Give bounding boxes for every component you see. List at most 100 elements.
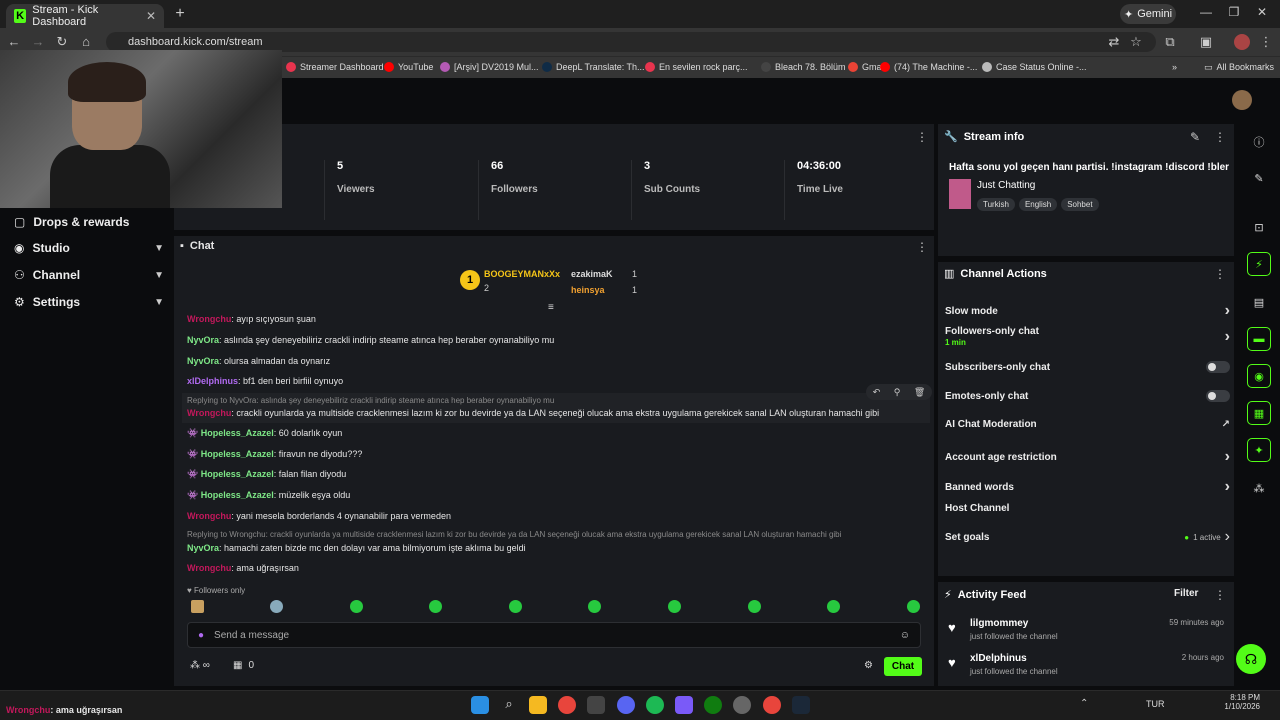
emote-icon[interactable] (668, 600, 681, 613)
chat-message[interactable]: xlDelphinus: bf1 den beri birfiil oynuyo (187, 376, 343, 386)
stats-menu-icon[interactable]: ⋮ (916, 130, 928, 144)
menu-icon[interactable]: ⋮ (1258, 34, 1274, 50)
leader-second-name[interactable]: ezakimaK (571, 269, 613, 279)
store-icon[interactable] (587, 696, 605, 714)
pin-scroll-icon[interactable]: ≡ (548, 302, 554, 313)
group-rail-icon[interactable]: ⁂ (1247, 476, 1271, 500)
goals-status[interactable]: ● 1 active › (1184, 528, 1230, 546)
delete-icon[interactable]: 🗑 (914, 387, 925, 398)
sub-gifts[interactable]: ▦ 0 (233, 660, 254, 671)
chat-username[interactable]: Hopeless_Azazel (201, 490, 274, 500)
file-explorer-icon[interactable] (529, 696, 547, 714)
chat-message[interactable]: NyvOra: hamachi zaten bizde mc den dolay… (187, 543, 526, 553)
chat-username[interactable]: Wrongchu (187, 314, 231, 324)
sidepanel-icon[interactable]: ▣ (1198, 34, 1214, 50)
channel-action-item[interactable]: Set goals ● 1 active › (945, 528, 1230, 546)
forward-button[interactable]: → (30, 34, 46, 50)
chat-username[interactable]: Wrongchu (187, 511, 231, 521)
tray-chevron-icon[interactable]: ⌃ (1080, 698, 1088, 709)
toggle-switch[interactable] (1206, 390, 1230, 402)
bookmark-item[interactable]: Bleach 78. Bölüm (761, 59, 846, 75)
windows-start-icon[interactable] (471, 696, 489, 714)
chevron-right-icon[interactable]: › (1225, 328, 1230, 346)
chat-username[interactable]: NyvOra (187, 356, 219, 366)
chat-username[interactable]: Hopeless_Azazel (201, 428, 274, 438)
close-window-button[interactable]: ✕ (1252, 5, 1272, 23)
broadcast-rail-icon[interactable]: ◉ (1247, 364, 1271, 388)
external-link-icon[interactable]: ↗ (1222, 419, 1230, 430)
chat-rail-icon[interactable]: ▬ (1247, 327, 1271, 351)
chat-username[interactable]: Wrongchu (187, 563, 231, 573)
close-tab-icon[interactable]: ✕ (146, 9, 156, 23)
channel-action-item[interactable]: Account age restriction › (945, 448, 1230, 466)
document-rail-icon[interactable]: ▤ (1247, 290, 1271, 314)
browser-tab[interactable]: K Stream - Kick Dashboard ✕ (6, 4, 164, 28)
camera-rail-icon[interactable]: ⊡ (1247, 215, 1271, 239)
tray-clock[interactable]: 8:18 PM 1/10/2026 (1224, 693, 1260, 711)
sidebar-item-channel[interactable]: ⚇ Channel ▼ (14, 265, 164, 285)
bookmark-item[interactable]: En sevilen rock parç... (645, 59, 748, 75)
activity-user[interactable]: xlDelphinus (970, 653, 1027, 664)
chat-message[interactable]: 👾 Hopeless_Azazel: müzelik eşya oldu (187, 490, 350, 501)
toggle-switch[interactable] (1206, 361, 1230, 373)
spotify-icon[interactable] (646, 696, 664, 714)
stream-info-menu-icon[interactable]: ⋮ (1214, 130, 1226, 144)
channel-action-item[interactable]: Slow mode › (945, 302, 1230, 320)
sidebar-item-studio[interactable]: ◉ Studio ▼ (14, 238, 164, 258)
profile-avatar[interactable] (1234, 34, 1250, 50)
bookmark-item[interactable]: YouTube (384, 59, 433, 75)
app-icon[interactable] (675, 696, 693, 714)
channel-action-item[interactable]: Emotes-only chat (945, 390, 1230, 402)
chat-settings-icon[interactable]: ⚙ (864, 660, 873, 671)
tools-rail-icon[interactable]: ✦ (1247, 438, 1271, 462)
category-name[interactable]: Just Chatting (977, 180, 1035, 191)
channel-action-item[interactable]: Subscribers-only chat (945, 361, 1230, 373)
all-bookmarks[interactable]: ▭ All Bookmarks (1204, 59, 1274, 75)
chat-username[interactable]: Hopeless_Azazel (201, 449, 274, 459)
activity-user[interactable]: lilgmommey (970, 618, 1028, 629)
chevron-right-icon[interactable]: › (1225, 448, 1230, 466)
channel-action-item[interactable]: Followers-only chat 1 min › (945, 326, 1230, 347)
chat-message[interactable]: Wrongchu: ayıp sıçıyosun şuan (187, 314, 316, 324)
home-button[interactable]: ⌂ (78, 34, 94, 50)
emote-icon[interactable] (429, 600, 442, 613)
chat-menu-icon[interactable]: ⋮ (916, 240, 928, 254)
channel-action-item[interactable]: Banned words › (945, 478, 1230, 496)
chat-input[interactable]: ● Send a message ☺ (187, 622, 921, 648)
chat-username[interactable]: NyvOra (187, 335, 219, 345)
bookmarks-overflow-icon[interactable]: » (1172, 59, 1177, 75)
reply-icon[interactable]: ↶ (873, 387, 881, 398)
edit-rail-icon[interactable]: ✎ (1247, 166, 1271, 190)
restore-button[interactable]: ❐ (1224, 5, 1244, 23)
translate-icon[interactable]: ⇄ (1106, 34, 1122, 50)
chat-message[interactable]: NyvOra: olursa almadan da oynarız (187, 356, 330, 366)
steam-icon[interactable] (792, 696, 810, 714)
chat-message[interactable]: NyvOra: aslında şey deneyebiliriz crackl… (187, 335, 554, 345)
emote-icon[interactable] (350, 600, 363, 613)
bookmark-item[interactable]: (74) The Machine -... (880, 59, 977, 75)
activity-menu-icon[interactable]: ⋮ (1214, 588, 1226, 602)
bookmark-item[interactable]: DeepL Translate: Th... (542, 59, 645, 75)
emote-icon[interactable] (827, 600, 840, 613)
support-icon[interactable]: ☊ (1236, 644, 1266, 674)
channel-actions-menu-icon[interactable]: ⋮ (1214, 267, 1226, 281)
emote-icon[interactable] (191, 600, 204, 613)
gemini-button[interactable]: ✦ Gemini (1120, 4, 1176, 24)
chrome-icon[interactable] (558, 696, 576, 714)
chat-username[interactable]: Wrongchu (187, 408, 231, 418)
bookmark-star-icon[interactable]: ☆ (1128, 34, 1144, 50)
chat-send-button[interactable]: Chat (884, 657, 922, 676)
channel-action-item[interactable]: Host Channel (945, 503, 1230, 514)
tray-language[interactable]: TUR (1146, 699, 1165, 709)
emote-icon[interactable] (748, 600, 761, 613)
xbox-icon[interactable] (704, 696, 722, 714)
layout-rail-icon[interactable]: ▦ (1247, 401, 1271, 425)
new-tab-button[interactable]: + (170, 4, 190, 24)
chat-message[interactable]: 👾 Hopeless_Azazel: 60 dolarlık oyun (187, 428, 342, 439)
filter-button[interactable]: Filter (1174, 588, 1198, 599)
discord-icon[interactable] (617, 696, 635, 714)
leader-first-name[interactable]: BOOGEYMANxXx (484, 269, 560, 279)
user-avatar[interactable] (1232, 90, 1252, 110)
back-button[interactable]: ← (6, 34, 22, 50)
obs-icon[interactable] (733, 696, 751, 714)
